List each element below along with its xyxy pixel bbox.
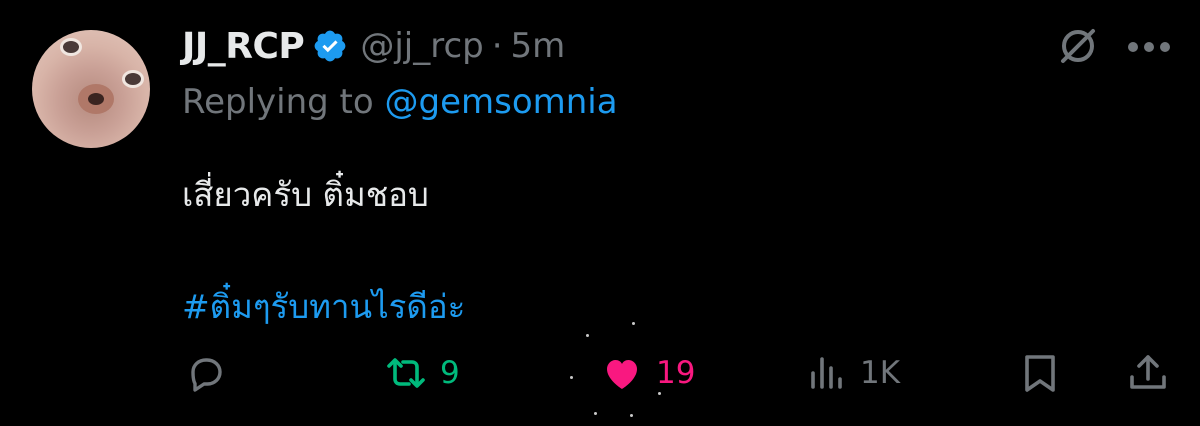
like-sparkle <box>586 334 589 337</box>
like-count: 19 <box>656 355 696 391</box>
tweet-hashtag[interactable]: #ติ๋มๆรับทานไรดีอ่ะ <box>182 280 465 333</box>
heart-icon <box>607 360 637 389</box>
views-icon <box>811 357 842 389</box>
retweet-button[interactable]: 9 <box>384 348 460 398</box>
share-button[interactable] <box>1126 348 1170 398</box>
reply-button[interactable] <box>184 348 228 398</box>
replying-to-mention[interactable]: @gemsomnia <box>385 82 618 122</box>
avatar-eye-right <box>122 70 144 88</box>
avatar[interactable] <box>32 30 150 148</box>
grok-icon[interactable] <box>1056 24 1100 68</box>
replying-to-line: Replying to @gemsomnia <box>182 82 618 122</box>
like-sparkle <box>594 412 597 415</box>
handle[interactable]: @jj_rcp <box>360 26 483 66</box>
timestamp[interactable]: 5m <box>511 26 566 66</box>
views-count: 1K <box>860 355 901 391</box>
bookmark-icon <box>1025 355 1055 392</box>
bookmark-button[interactable] <box>1018 348 1062 398</box>
retweet-icon <box>387 358 425 388</box>
like-sparkle <box>570 376 573 379</box>
like-button[interactable]: 19 <box>600 348 695 398</box>
separator-dot: · <box>491 26 503 66</box>
replying-to-label: Replying to <box>182 82 374 122</box>
more-options-icon[interactable] <box>1126 40 1172 54</box>
retweet-count: 9 <box>440 355 460 391</box>
avatar-nose <box>78 84 114 114</box>
tweet-header: JJ_RCP @jj_rcp · 5m <box>182 20 565 72</box>
share-icon <box>1130 355 1166 389</box>
verified-badge-icon[interactable] <box>312 28 348 64</box>
display-name[interactable]: JJ_RCP <box>182 26 305 67</box>
tweet-text: เสี่ยวครับ ติ๋มชอบ <box>182 175 429 214</box>
like-sparkle <box>658 392 661 395</box>
views-button[interactable]: 1K <box>804 348 900 398</box>
like-sparkle <box>632 322 635 325</box>
avatar-eye-left <box>60 38 82 56</box>
reply-icon <box>191 358 222 392</box>
like-sparkle <box>630 414 633 417</box>
